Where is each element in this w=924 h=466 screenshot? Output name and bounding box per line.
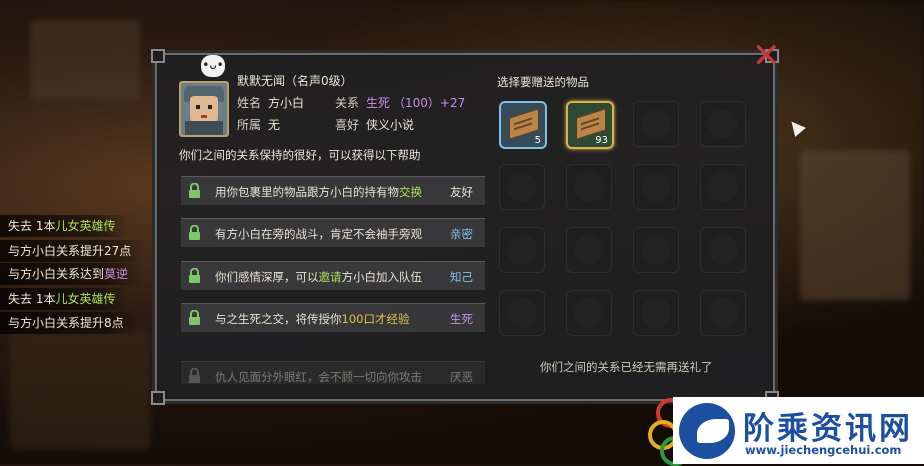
logo-icon	[679, 403, 735, 459]
item-count: 93	[595, 135, 608, 146]
help-row: 与之生死之交，将传授你100口才经验 生死	[181, 303, 485, 332]
relation-value: （100）+27	[393, 96, 466, 110]
background-scene	[10, 330, 150, 450]
gift-slot[interactable]: 93	[566, 101, 614, 149]
npc-portrait	[179, 81, 229, 137]
lock-icon	[189, 183, 200, 198]
gift-slot[interactable]	[633, 227, 679, 273]
gift-slot[interactable]	[633, 101, 679, 147]
gift-slot[interactable]	[700, 227, 746, 273]
hobby-label: 喜好	[335, 118, 360, 132]
background-scene	[800, 150, 910, 300]
speech-bubble-face-icon: •ᴗ•	[201, 55, 225, 77]
help-row: 用你包裹里的物品跟方小白的持有物交换 友好	[181, 176, 485, 205]
gift-slot[interactable]	[633, 164, 679, 210]
npc-hobby: 侠义小说	[366, 118, 415, 132]
relation-tier-label: 厌恶	[450, 370, 473, 384]
gift-slot[interactable]	[566, 164, 612, 210]
gift-slot[interactable]	[700, 101, 746, 147]
npc-faction: 无	[268, 118, 281, 132]
gift-slot[interactable]	[499, 290, 545, 336]
relation-tier-label: 知己	[450, 270, 473, 284]
relation-tier-label: 亲密	[450, 227, 473, 241]
name-label: 姓名	[237, 96, 262, 110]
relation-level: 生死	[366, 96, 391, 110]
lock-icon	[189, 368, 200, 383]
relation-tier-label: 友好	[450, 185, 473, 199]
gift-slot[interactable]	[499, 227, 545, 273]
gift-title: 选择要赠送的物品	[497, 75, 589, 89]
relation-label: 关系	[335, 96, 360, 110]
gift-slot[interactable]	[633, 290, 679, 336]
npc-reputation-title: 默默无闻（名声0级）	[237, 74, 353, 88]
relationship-dialog: •ᴗ• 默默无闻（名声0级） 姓名 方小白 关系 生死 （100）+27 所属 …	[151, 49, 779, 405]
gift-slot[interactable]: 5	[499, 101, 547, 149]
watermark-banner: 阶乘资讯网 www.jiechengcehui.com	[673, 397, 924, 464]
log-line: 与方小白关系提升8点	[0, 312, 138, 334]
faction-label: 所属	[237, 118, 262, 132]
gift-slot[interactable]	[566, 227, 612, 273]
watermark-title: 阶乘资讯网	[743, 411, 913, 447]
gift-footer: 你们之间的关系已经无需再送礼了	[540, 360, 713, 374]
lock-icon	[189, 310, 200, 325]
lock-icon	[189, 225, 200, 240]
log-line: 与方小白关系提升27点	[0, 240, 146, 262]
help-row: 仇人见面分外眼红，会不顾一切向你攻击 厌恶	[181, 361, 485, 384]
close-icon[interactable]: ✕	[752, 39, 781, 73]
help-row: 你们感情深厚，可以邀请方小白加入队伍 知己	[181, 261, 485, 290]
log-line: 与方小白关系达到莫逆	[0, 263, 143, 285]
gift-slot[interactable]	[499, 164, 545, 210]
help-row: 有方小白在旁的战斗，肯定不会袖手旁观 亲密	[181, 218, 485, 247]
watermark-url: www.jiechengcehui.com	[745, 443, 902, 457]
help-intro: 你们之间的关系保持的很好，可以获得以下帮助	[179, 148, 421, 162]
gift-slot[interactable]	[700, 290, 746, 336]
relation-tier-label: 生死	[450, 312, 473, 326]
gift-slot[interactable]	[566, 290, 612, 336]
lock-icon	[189, 268, 200, 283]
gift-slot[interactable]	[700, 164, 746, 210]
npc-name: 方小白	[268, 96, 305, 110]
log-line: 失去 1本儿女英雄传	[0, 215, 130, 237]
item-count: 5	[534, 135, 541, 146]
log-line: 失去 1本儿女英雄传	[0, 288, 130, 310]
background-scene	[30, 20, 140, 100]
